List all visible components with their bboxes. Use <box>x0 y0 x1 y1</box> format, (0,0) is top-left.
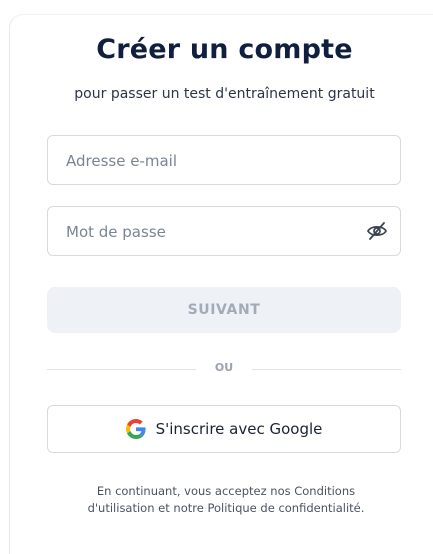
next-button[interactable]: SUIVANT <box>47 287 401 333</box>
google-button-label: S'inscrire avec Google <box>155 420 323 438</box>
legal-line-1: En continuant, vous acceptez nos Conditi… <box>96 484 356 498</box>
divider-left <box>47 369 196 370</box>
email-field[interactable] <box>47 135 401 186</box>
google-icon <box>125 419 146 439</box>
page-title: Créer un compte <box>96 34 353 65</box>
google-signup-button[interactable]: S'inscrire avec Google <box>47 405 401 453</box>
page-subtitle: pour passer un test d'entraînement gratu… <box>74 86 375 102</box>
password-input[interactable] <box>64 207 368 257</box>
legal-notice: En continuant, vous acceptez nos Conditi… <box>30 483 422 517</box>
divider-right <box>252 369 401 370</box>
password-field[interactable] <box>47 206 401 257</box>
legal-line-2: d'utilisation et notre Politique de conf… <box>87 501 365 515</box>
or-separator: OU <box>214 361 234 374</box>
email-input[interactable] <box>64 136 368 186</box>
eye-off-icon[interactable] <box>366 221 388 241</box>
